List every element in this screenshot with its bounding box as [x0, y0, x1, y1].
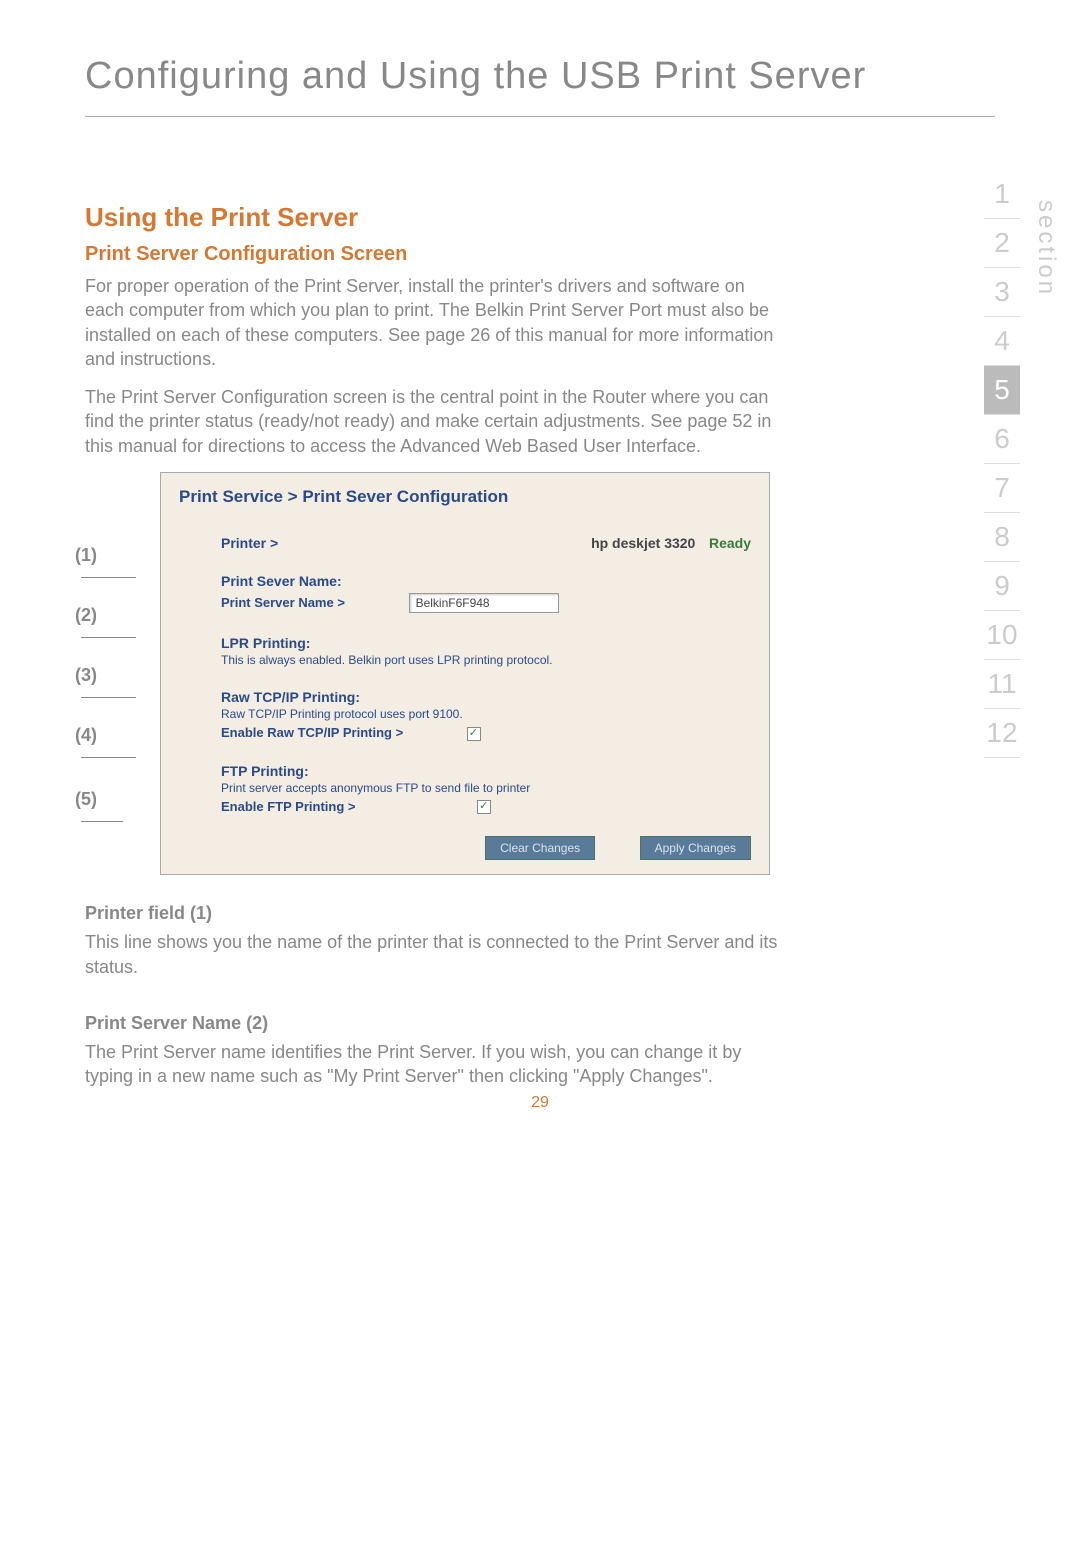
nav-1[interactable]: 1 [984, 170, 1020, 219]
clear-changes-button[interactable]: Clear Changes [485, 836, 595, 860]
lpr-row: LPR Printing: This is always enabled. Be… [179, 635, 751, 667]
screenshot-title: Print Service > Print Sever Configuratio… [179, 487, 751, 507]
nav-3[interactable]: 3 [984, 268, 1020, 317]
callout-2: (2) [75, 605, 136, 647]
print-server-name-heading: Print Sever Name: [221, 573, 751, 589]
nav-9[interactable]: 9 [984, 562, 1020, 611]
heading-config-screen: Print Server Configuration Screen [85, 243, 785, 266]
nav-10[interactable]: 10 [984, 611, 1020, 660]
ftp-enable-checkbox[interactable] [477, 800, 491, 814]
printer-status: Ready [709, 535, 751, 551]
para-2: The Print Server Configuration screen is… [85, 385, 785, 458]
callout-5: (5) [75, 789, 123, 831]
lpr-heading: LPR Printing: [221, 635, 751, 651]
raw-enable-checkbox[interactable] [467, 727, 481, 741]
callout-1: (1) [75, 545, 136, 587]
section-nav: 1 2 3 4 5 6 7 8 9 10 11 12 [950, 170, 1020, 758]
callout-3: (3) [75, 665, 136, 707]
print-server-name-row: Print Sever Name: Print Server Name > Be… [179, 573, 751, 613]
page-number: 29 [531, 1094, 549, 1112]
ftp-desc: Print server accepts anonymous FTP to se… [221, 781, 751, 795]
raw-heading: Raw TCP/IP Printing: [221, 689, 751, 705]
ftp-row: FTP Printing: Print server accepts anony… [179, 763, 751, 815]
raw-row: Raw TCP/IP Printing: Raw TCP/IP Printing… [179, 689, 751, 741]
print-server-name-input[interactable]: BelkinF6F948 [409, 593, 559, 613]
server-name-heading: Print Server Name (2) [85, 1013, 785, 1034]
config-screenshot: Print Service > Print Sever Configuratio… [160, 472, 770, 875]
nav-11[interactable]: 11 [984, 660, 1020, 709]
nav-2[interactable]: 2 [984, 219, 1020, 268]
printer-name-value: hp deskjet 3320 [591, 535, 695, 551]
nav-7[interactable]: 7 [984, 464, 1020, 513]
config-screenshot-area: (1) (2) (3) (4) (5) Print Service > Prin… [85, 472, 785, 875]
server-name-para: The Print Server name identifies the Pri… [85, 1040, 785, 1089]
section-label: section [1032, 200, 1060, 297]
nav-4[interactable]: 4 [984, 317, 1020, 366]
callout-4: (4) [75, 725, 136, 767]
nav-6[interactable]: 6 [984, 415, 1020, 464]
printer-field-para: This line shows you the name of the prin… [85, 930, 785, 979]
printer-label: Printer > [221, 535, 278, 551]
para-1: For proper operation of the Print Server… [85, 274, 785, 371]
printer-field-heading: Printer field (1) [85, 903, 785, 924]
raw-enable-label: Enable Raw TCP/IP Printing > [221, 725, 403, 740]
page-title: Configuring and Using the USB Print Serv… [85, 55, 995, 117]
nav-5[interactable]: 5 [984, 366, 1020, 415]
ftp-enable-label: Enable FTP Printing > [221, 799, 355, 814]
nav-8[interactable]: 8 [984, 513, 1020, 562]
ftp-heading: FTP Printing: [221, 763, 751, 779]
raw-desc: Raw TCP/IP Printing protocol uses port 9… [221, 707, 751, 721]
print-server-name-label: Print Server Name > [221, 595, 345, 610]
printer-row: Printer > hp deskjet 3320 Ready [179, 535, 751, 551]
nav-12[interactable]: 12 [984, 709, 1020, 758]
apply-changes-button[interactable]: Apply Changes [640, 836, 751, 860]
heading-using-print-server: Using the Print Server [85, 202, 785, 233]
lpr-desc: This is always enabled. Belkin port uses… [221, 653, 751, 667]
